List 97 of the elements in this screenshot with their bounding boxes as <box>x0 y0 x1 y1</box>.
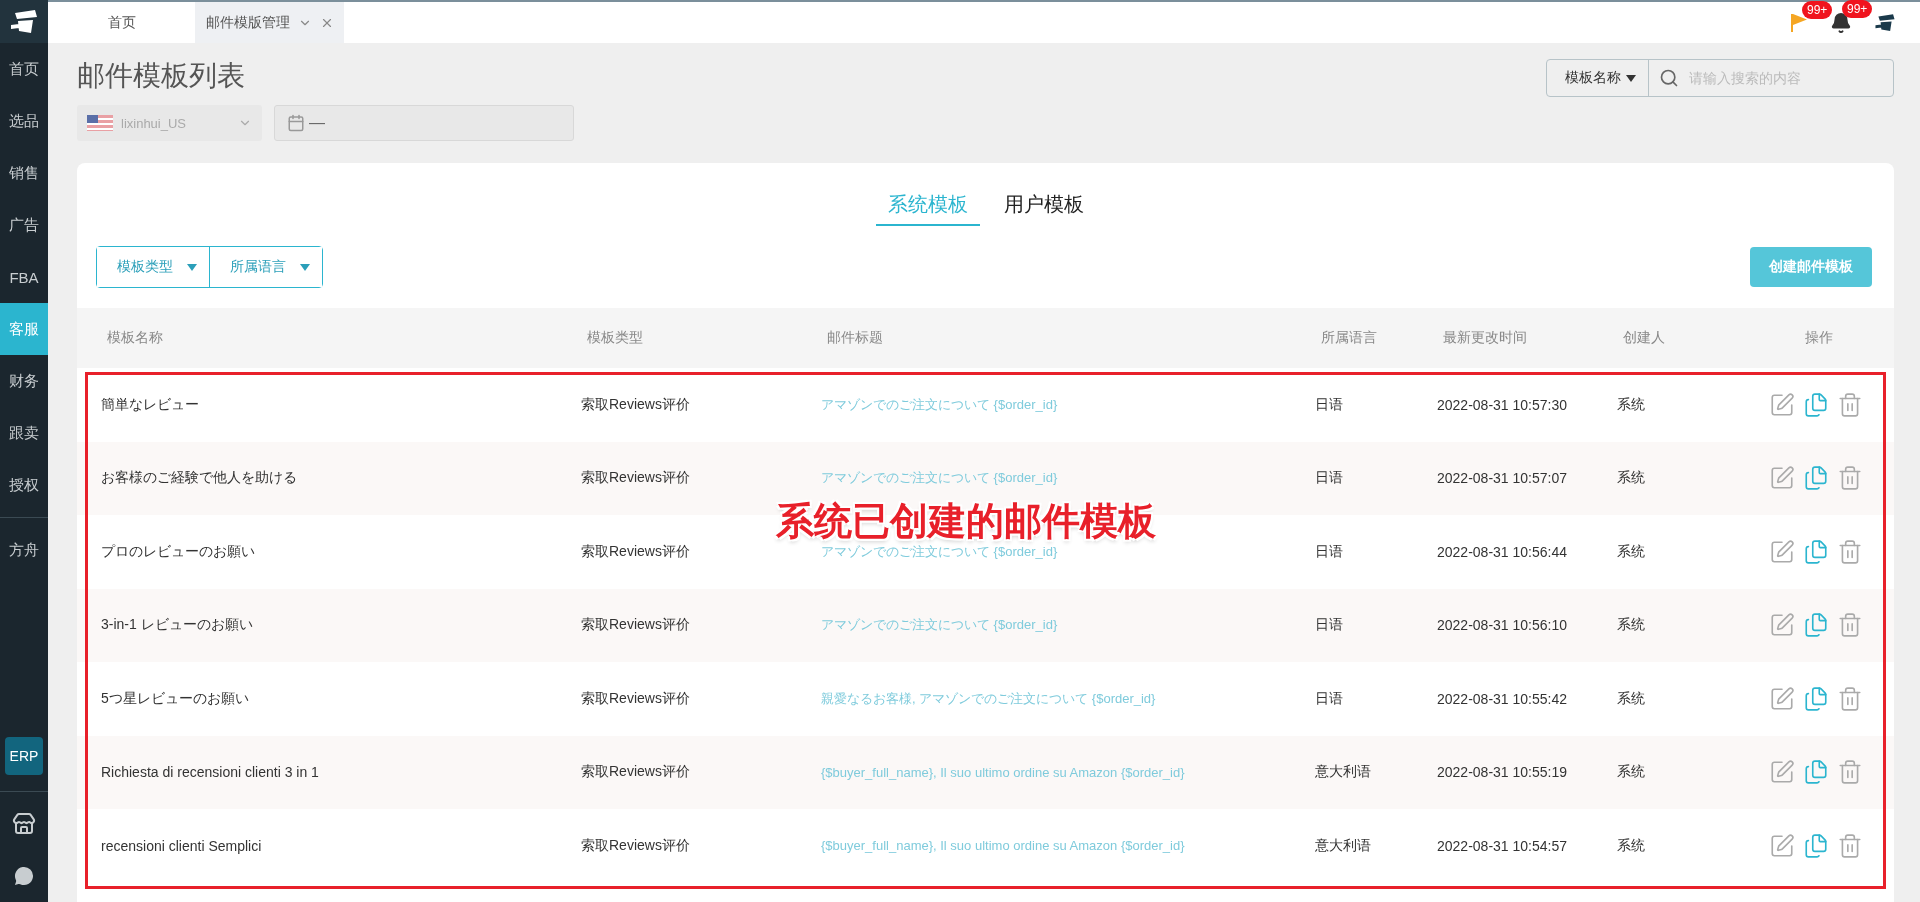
table-cell-text: 2022-08-31 10:57:07 <box>1437 470 1568 487</box>
copy-button[interactable] <box>1802 612 1829 639</box>
table-cell-text: 索取Reviews评价 <box>581 689 691 708</box>
table-cell-text: 5つ星レビューのお願い <box>101 689 250 708</box>
notification-badge: 99+ <box>1842 0 1873 18</box>
column-header: 最新更改时间 <box>1443 329 1528 347</box>
delete-button[interactable] <box>1836 759 1863 786</box>
table-cell-text: 索取Reviews评价 <box>581 469 691 488</box>
edit-button[interactable] <box>1768 612 1795 639</box>
table-cell-text: recensioni clienti Semplici <box>101 837 263 854</box>
sidebar-item[interactable]: 方舟 <box>0 524 48 576</box>
copy-button[interactable] <box>1802 759 1829 786</box>
notification-badge: 99+ <box>1802 0 1833 19</box>
delete-button[interactable] <box>1836 465 1863 492</box>
search-icon <box>1659 68 1679 88</box>
table-cell-text: 日语 <box>1315 542 1344 561</box>
delete-button[interactable] <box>1836 612 1863 639</box>
chat-icon[interactable] <box>12 864 36 888</box>
copy-button[interactable] <box>1802 465 1829 492</box>
sidebar-item[interactable]: 广告 <box>0 199 48 251</box>
table-cell-text: 系统 <box>1617 689 1646 708</box>
table-cell-text: 2022-08-31 10:56:44 <box>1437 543 1568 560</box>
email-subject: アマゾンでのご注文について {$order_id} <box>821 542 1059 561</box>
table-cell-text: プロのレビューのお願い <box>101 542 256 561</box>
table-cell-text: 簡単なレビュー <box>101 395 200 414</box>
sidebar-item[interactable]: 选品 <box>0 95 48 147</box>
copy-button[interactable] <box>1802 832 1829 859</box>
table-cell-text: 系统 <box>1617 836 1646 855</box>
column-header: 操作 <box>1803 329 1834 347</box>
table-cell-text: 系统 <box>1617 542 1646 561</box>
page-title: 邮件模板列表 <box>77 59 246 93</box>
copy-button[interactable] <box>1802 391 1829 418</box>
email-subject: {$buyer_full_name}, Il suo ultimo ordine su Amazon {$order_id} <box>821 838 1186 854</box>
delete-button[interactable] <box>1836 832 1863 859</box>
email-subject: アマゾンでのご注文について {$order_id} <box>821 395 1059 414</box>
table-cell-text: 索取Reviews评价 <box>581 542 691 561</box>
table-cell-text: 2022-08-31 10:55:19 <box>1437 764 1568 781</box>
email-subject: 親愛なるお客様, アマゾンでのご注文について {$order_id} <box>821 689 1157 708</box>
copy-button[interactable] <box>1802 685 1829 712</box>
delete-button[interactable] <box>1836 391 1863 418</box>
email-subject: {$buyer_full_name}, Il suo ultimo ordine su Amazon {$order_id} <box>821 764 1186 780</box>
template-tab[interactable]: 用户模板 <box>991 191 1096 226</box>
us-flag-icon <box>87 115 113 131</box>
edit-button[interactable] <box>1768 465 1795 492</box>
delete-button[interactable] <box>1836 538 1863 565</box>
table-cell-text: 日语 <box>1315 395 1344 414</box>
calendar-icon <box>287 114 305 132</box>
search-field-select[interactable]: 模板名称 <box>1547 60 1649 96</box>
table-cell-text: 索取Reviews评价 <box>581 395 691 414</box>
table-cell-text: 系统 <box>1617 763 1646 782</box>
flag-icon[interactable] <box>1790 12 1808 33</box>
email-subject: アマゾンでのご注文について {$order_id} <box>821 469 1059 488</box>
logo-icon <box>9 8 39 35</box>
sidebar-item[interactable]: 首页 <box>0 43 48 95</box>
edit-button[interactable] <box>1768 832 1795 859</box>
sidebar-item[interactable]: 跟卖 <box>0 407 48 459</box>
table-cell-text: 2022-08-31 10:55:42 <box>1437 690 1568 707</box>
annotation-text: 系统已创建的邮件模板 <box>775 499 1156 544</box>
column-header: 模板名称 <box>107 329 164 347</box>
edit-button[interactable] <box>1768 538 1795 565</box>
table-cell-text: 日语 <box>1315 689 1344 708</box>
table-cell-text: 日语 <box>1315 616 1344 635</box>
column-header: 所属语言 <box>1321 329 1378 347</box>
table-cell-text: 3-in-1 レビューのお願い <box>101 616 254 635</box>
sidebar-item[interactable]: 销售 <box>0 147 48 199</box>
edit-button[interactable] <box>1768 391 1795 418</box>
delete-button[interactable] <box>1836 685 1863 712</box>
table-cell-text: 系统 <box>1617 469 1646 488</box>
page-tab[interactable]: 邮件模版管理 <box>195 2 344 43</box>
sidebar-item[interactable]: 授权 <box>0 459 48 511</box>
column-header: 模板类型 <box>587 329 644 347</box>
table-cell-text: 索取Reviews评价 <box>581 836 691 855</box>
table-cell-text: 2022-08-31 10:57:30 <box>1437 396 1568 413</box>
bell-icon[interactable] <box>1830 11 1852 34</box>
date-range-field[interactable]: — <box>274 105 574 141</box>
erp-button[interactable]: ERP <box>5 737 43 775</box>
sidebar-item[interactable]: 财务 <box>0 355 48 407</box>
table-cell-text: 系统 <box>1617 616 1646 635</box>
copy-button[interactable] <box>1802 538 1829 565</box>
column-header: 创建人 <box>1623 329 1666 347</box>
table-cell-text: お客様のご経験で他人を助ける <box>101 469 298 488</box>
table-cell-text: Richiesta di recensioni clienti 3 in 1 <box>101 764 320 781</box>
table-cell-text: 2022-08-31 10:56:10 <box>1437 617 1568 634</box>
store-icon[interactable] <box>12 812 36 836</box>
edit-button[interactable] <box>1768 759 1795 786</box>
avatar-icon[interactable] <box>1874 11 1896 34</box>
table-cell-text: 意大利语 <box>1315 836 1372 855</box>
column-header: 邮件标题 <box>827 329 884 347</box>
table-cell-text: 索取Reviews评价 <box>581 616 691 635</box>
edit-button[interactable] <box>1768 685 1795 712</box>
table-cell-text: 系统 <box>1617 395 1646 414</box>
table-cell-text: 2022-08-31 10:54:57 <box>1437 837 1568 854</box>
sidebar-item[interactable]: FBA <box>0 251 48 303</box>
table-cell-text: 索取Reviews评价 <box>581 763 691 782</box>
email-subject: アマゾンでのご注文について {$order_id} <box>821 616 1059 635</box>
table-cell-text: 日语 <box>1315 469 1344 488</box>
table-cell-text: 意大利语 <box>1315 763 1372 782</box>
